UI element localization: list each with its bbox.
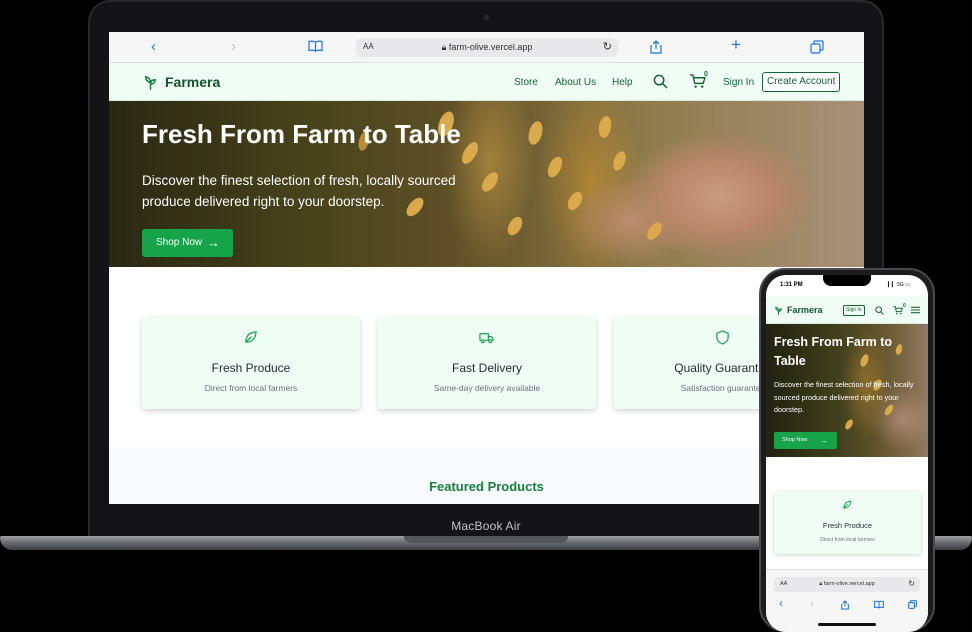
search-icon[interactable]: [653, 74, 668, 89]
nav-store[interactable]: Store: [514, 77, 538, 88]
shop-now-label: Shop Now: [156, 237, 203, 248]
search-icon[interactable]: [875, 306, 884, 315]
hamburger-menu-icon[interactable]: [911, 306, 920, 314]
sign-in-link[interactable]: Sign In: [723, 77, 754, 88]
address-bar[interactable]: AA 🔒︎ farm-olive.vercel.app ↻: [356, 38, 618, 57]
sprout-icon: [775, 306, 782, 315]
laptop-screen: ‹ › AA 🔒︎ farm-olive.vercel.app ↻ + Farm: [109, 32, 864, 504]
macbook-hinge-notch: [404, 536, 568, 543]
feature-title: Fast Delivery: [451, 361, 522, 375]
address-bar[interactable]: AA 🔒︎ farm-olive.vercel.app ↻: [774, 577, 920, 592]
url-text: 🔒︎ farm-olive.vercel.app: [819, 581, 875, 587]
chevron-left-icon[interactable]: ‹: [151, 38, 156, 56]
shield-icon: [716, 330, 729, 345]
brand-name: Farmera: [787, 305, 823, 315]
feature-card-fast-delivery: Fast Delivery Same-day delivery availabl…: [378, 317, 596, 409]
reload-icon[interactable]: ↻: [603, 40, 612, 53]
shop-now-label: Shop Now: [782, 437, 808, 443]
book-icon[interactable]: [874, 600, 884, 609]
brand-logo[interactable]: Farmera: [774, 305, 823, 315]
cart-count-badge: 0: [903, 303, 906, 309]
phone-screen: 1:31 PM ▎▎ 5G ▭ Farmera Sign In 0 Fresh …: [766, 275, 928, 632]
phone-hero-section: Fresh From Farm to Table Discover the fi…: [766, 324, 928, 457]
status-network: ▎▎ 5G ▭: [888, 282, 910, 288]
feature-title: Fresh Produce: [211, 361, 291, 375]
reload-icon[interactable]: ↻: [908, 579, 915, 588]
features-section: Fresh Produce Direct from local farmers …: [109, 267, 864, 447]
hero-subtitle: Discover the finest selection of fresh, …: [774, 380, 914, 414]
share-icon[interactable]: [841, 600, 849, 610]
sign-in-button[interactable]: Sign In: [843, 305, 865, 316]
feature-card-fresh-produce: Fresh Produce Direct from local farmers: [142, 317, 360, 409]
shop-now-button[interactable]: Shop Now →: [142, 229, 233, 257]
url-value: farm-olive.vercel.app: [448, 42, 533, 52]
nav-about-us[interactable]: About Us: [555, 77, 596, 88]
network-label: 5G: [897, 282, 904, 288]
chevron-right-icon[interactable]: ›: [810, 597, 814, 609]
shop-now-button[interactable]: Shop Now →: [774, 432, 837, 449]
featured-products-section: Featured Products: [109, 447, 864, 504]
home-indicator: [818, 623, 876, 626]
featured-products-title: Featured Products: [429, 479, 544, 494]
phone-site-navbar: Farmera Sign In 0: [766, 297, 928, 324]
phone-browser-bar: AA 🔒︎ farm-olive.vercel.app ↻ ‹ ›: [766, 569, 928, 632]
cart-icon[interactable]: [893, 306, 903, 315]
cart-count-badge: 0: [704, 71, 708, 78]
url-text: 🔒︎ farm-olive.vercel.app: [441, 42, 533, 52]
plus-icon[interactable]: +: [731, 36, 741, 54]
feature-subtitle: Direct from local farmers: [204, 383, 298, 393]
brand-name: Farmera: [165, 74, 221, 90]
truck-icon: [479, 333, 494, 344]
phone-notch: [823, 275, 871, 286]
browser-toolbar: ‹ › AA 🔒︎ farm-olive.vercel.app ↻ +: [109, 32, 864, 63]
feature-subtitle: Same-day delivery available: [433, 383, 541, 393]
leaf-icon: [843, 500, 852, 509]
sprout-icon: [145, 75, 156, 90]
chevron-right-icon[interactable]: ›: [231, 38, 236, 56]
brand-logo[interactable]: Farmera: [143, 74, 220, 90]
hero-title: Fresh From Farm to Table: [142, 119, 461, 149]
leaf-icon: [245, 331, 257, 343]
phone-features-section: Fresh Produce Direct from local farmers: [766, 457, 928, 569]
camera: [484, 15, 489, 20]
url-value: farm-olive.vercel.app: [823, 581, 875, 587]
arrow-right-icon: →: [820, 436, 828, 445]
tabs-icon[interactable]: [810, 40, 824, 54]
nav-help[interactable]: Help: [612, 77, 633, 88]
create-account-button[interactable]: Create Account: [762, 72, 841, 92]
tabs-icon[interactable]: [908, 600, 917, 609]
mockup-stage: MacBook Air ‹ › AA 🔒︎ farm-olive.vercel.…: [0, 0, 972, 632]
book-icon[interactable]: [308, 40, 323, 52]
share-icon[interactable]: [650, 40, 662, 54]
hero-subtitle: Discover the finest selection of fresh, …: [142, 173, 456, 209]
arrow-right-icon: →: [207, 235, 220, 250]
feature-card-fresh-produce: Fresh Produce Direct from local farmers: [774, 491, 921, 554]
hero-section: Fresh From Farm to Table Discover the fi…: [109, 101, 864, 267]
site-navbar: Farmera Store About Us Help 0 Sign In Cr…: [109, 63, 864, 101]
status-time: 1:31 PM: [780, 282, 803, 288]
feature-title: Fresh Produce: [822, 521, 873, 530]
chevron-left-icon[interactable]: ‹: [779, 597, 783, 609]
hero-title: Fresh From Farm to Table: [774, 335, 893, 368]
feature-subtitle: Direct from local farmers: [820, 537, 875, 543]
